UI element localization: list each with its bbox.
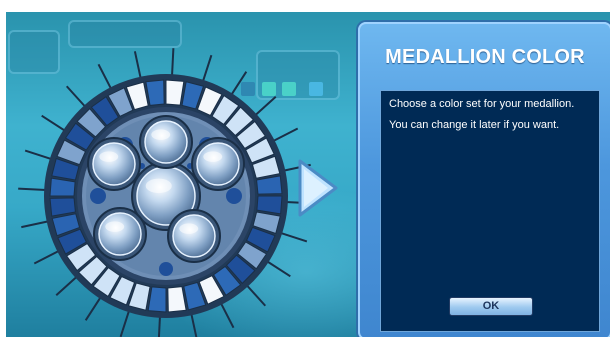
medallion-spike [157, 315, 162, 337]
game-viewport: MEDALLION COLOR Choose a color set for y… [6, 12, 610, 337]
gem-socket [139, 115, 193, 169]
medallion-spike [97, 63, 113, 90]
medallion-spike [201, 54, 213, 83]
medallion-spike [245, 284, 267, 307]
gem-socket [191, 137, 245, 191]
medallion-spike [272, 127, 299, 143]
medallion[interactable] [16, 46, 316, 337]
gem-socket [87, 137, 141, 191]
medallion-spike [65, 85, 87, 108]
ring-segment [147, 286, 167, 313]
ok-button[interactable]: OK [449, 297, 533, 316]
medallion-spike [266, 260, 291, 278]
dialog-body: Choose a color set for your medallion. Y… [380, 90, 600, 332]
medallion-color-dialog: MEDALLION COLOR Choose a color set for y… [358, 22, 610, 337]
medallion-spike [170, 48, 175, 77]
medallion-spike [133, 51, 142, 79]
gem-socket [167, 209, 221, 263]
chevron-right-icon[interactable] [294, 157, 340, 219]
medallion-spike [230, 71, 248, 96]
ring-segment [165, 79, 185, 106]
medallion-spike [33, 249, 60, 265]
medallion-spike [41, 114, 66, 132]
dialog-text-line-2: You can change it later if you want. [389, 119, 560, 131]
medallion-spike [279, 231, 308, 243]
medallion-spike [190, 313, 198, 337]
medallion-spike [84, 296, 102, 321]
dialog-text-line-1: Choose a color set for your medallion. [389, 98, 575, 110]
background-console-top [68, 20, 182, 48]
ring-segment [49, 177, 76, 197]
ring-segment [256, 195, 283, 215]
medallion-spike [18, 187, 47, 192]
medallion-spike [55, 275, 78, 297]
dialog-title: MEDALLION COLOR [385, 46, 585, 68]
gem-socket [93, 207, 147, 261]
medallion-spike [219, 302, 235, 329]
medallion-spike [24, 149, 53, 161]
medallion-spike [254, 95, 277, 117]
medallion-spike [21, 220, 49, 229]
medallion-spike [119, 309, 131, 337]
